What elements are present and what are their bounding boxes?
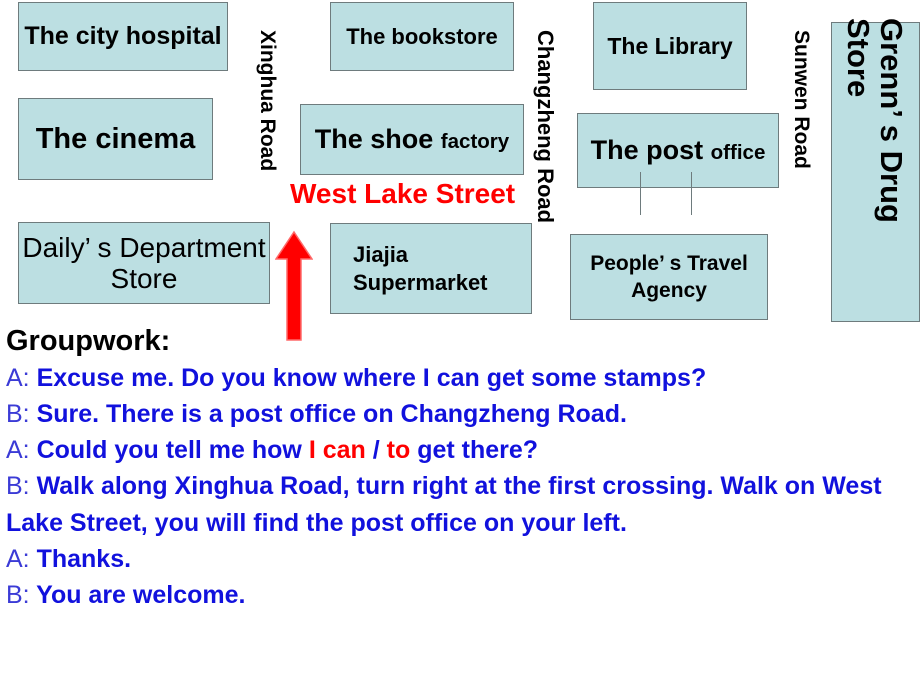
building-the-city-hospital: The city hospital xyxy=(18,2,228,71)
building-label: The city hospital xyxy=(24,22,222,51)
dialogue-line: A: Could you tell me how I can / to get … xyxy=(6,432,920,468)
building-label-main: The post xyxy=(590,135,711,166)
section-heading: Groupwork: xyxy=(6,325,171,357)
building-the-bookstore: The bookstore xyxy=(330,2,514,71)
dialogue-line: B: You are welcome. xyxy=(6,577,920,613)
dialogue-line: B: Sure. There is a post office on Chang… xyxy=(6,396,920,432)
dialogue-line: A: Thanks. xyxy=(6,541,920,577)
crossing-tick-left xyxy=(640,172,641,215)
dialogue-line: B: Walk along Xinghua Road, turn right a… xyxy=(6,468,920,541)
dialogue-text: Could you tell me how xyxy=(29,436,309,465)
building-peoples-travel-agency: People’ s Travel Agency xyxy=(570,234,768,320)
building-the-library: The Library xyxy=(593,2,747,90)
building-label: The bookstore xyxy=(346,23,498,49)
building-label: Jiajia Supermarket xyxy=(353,242,488,295)
building-label: The cinema xyxy=(35,122,196,155)
building-the-cinema: The cinema xyxy=(18,98,213,180)
building-grenns-drug-store-label: Grenn’ s Drug Store xyxy=(840,18,909,223)
dialogue-text: Walk along Xinghua Road, turn right at t… xyxy=(6,472,882,537)
road-label-west-lake-street: West Lake Street xyxy=(290,178,516,209)
building-jiajia-supermarket: Jiajia Supermarket xyxy=(330,223,532,314)
speaker-label: B: xyxy=(6,472,30,501)
crossing-tick-right xyxy=(691,172,692,215)
building-label: The post office xyxy=(591,136,766,164)
dialogue-text: Sure. There is a post office on Changzhe… xyxy=(29,399,627,428)
road-label-changzheng-road: Changzheng Road xyxy=(533,30,558,224)
dialogue-highlight: to xyxy=(386,436,411,465)
speaker-label: B: xyxy=(6,399,30,428)
building-label-main: The shoe xyxy=(314,124,441,155)
building-label-secondary: office xyxy=(710,141,766,165)
building-label: The shoe factory xyxy=(315,125,509,153)
building-label: Daily’ s Department Store xyxy=(22,231,266,294)
building-the-post-office: The post office xyxy=(577,113,779,188)
dialogue-highlight: I can xyxy=(308,436,366,465)
building-label-secondary: factory xyxy=(440,130,510,154)
dialogue-text: Thanks. xyxy=(29,544,132,573)
dialogue-line: A: Excuse me. Do you know where I can ge… xyxy=(6,360,920,396)
building-dailys-department-store: Daily’ s Department Store xyxy=(18,222,270,304)
road-label-xinghua-road: Xinghua Road xyxy=(256,30,279,172)
dialogue-section: Groupwork: A: Excuse me. Do you know whe… xyxy=(0,325,920,613)
speaker-label: B: xyxy=(6,581,30,610)
building-label: People’ s Travel Agency xyxy=(590,251,748,302)
speaker-label: A: xyxy=(6,544,30,573)
building-the-shoe-factory: The shoe factory xyxy=(300,104,524,175)
map-diagram: The city hospital The cinema Daily’ s De… xyxy=(0,0,920,341)
dialogue-text: You are welcome. xyxy=(29,581,246,610)
dialogue-text: / xyxy=(365,436,387,465)
road-label-sunwen-road: Sunwen Road xyxy=(790,30,813,169)
dialogue-text: Excuse me. Do you know where I can get s… xyxy=(29,363,707,392)
dialogue-text: get there? xyxy=(410,436,539,465)
speaker-label: A: xyxy=(6,436,30,465)
speaker-label: A: xyxy=(6,363,30,392)
building-label: The Library xyxy=(607,32,733,59)
